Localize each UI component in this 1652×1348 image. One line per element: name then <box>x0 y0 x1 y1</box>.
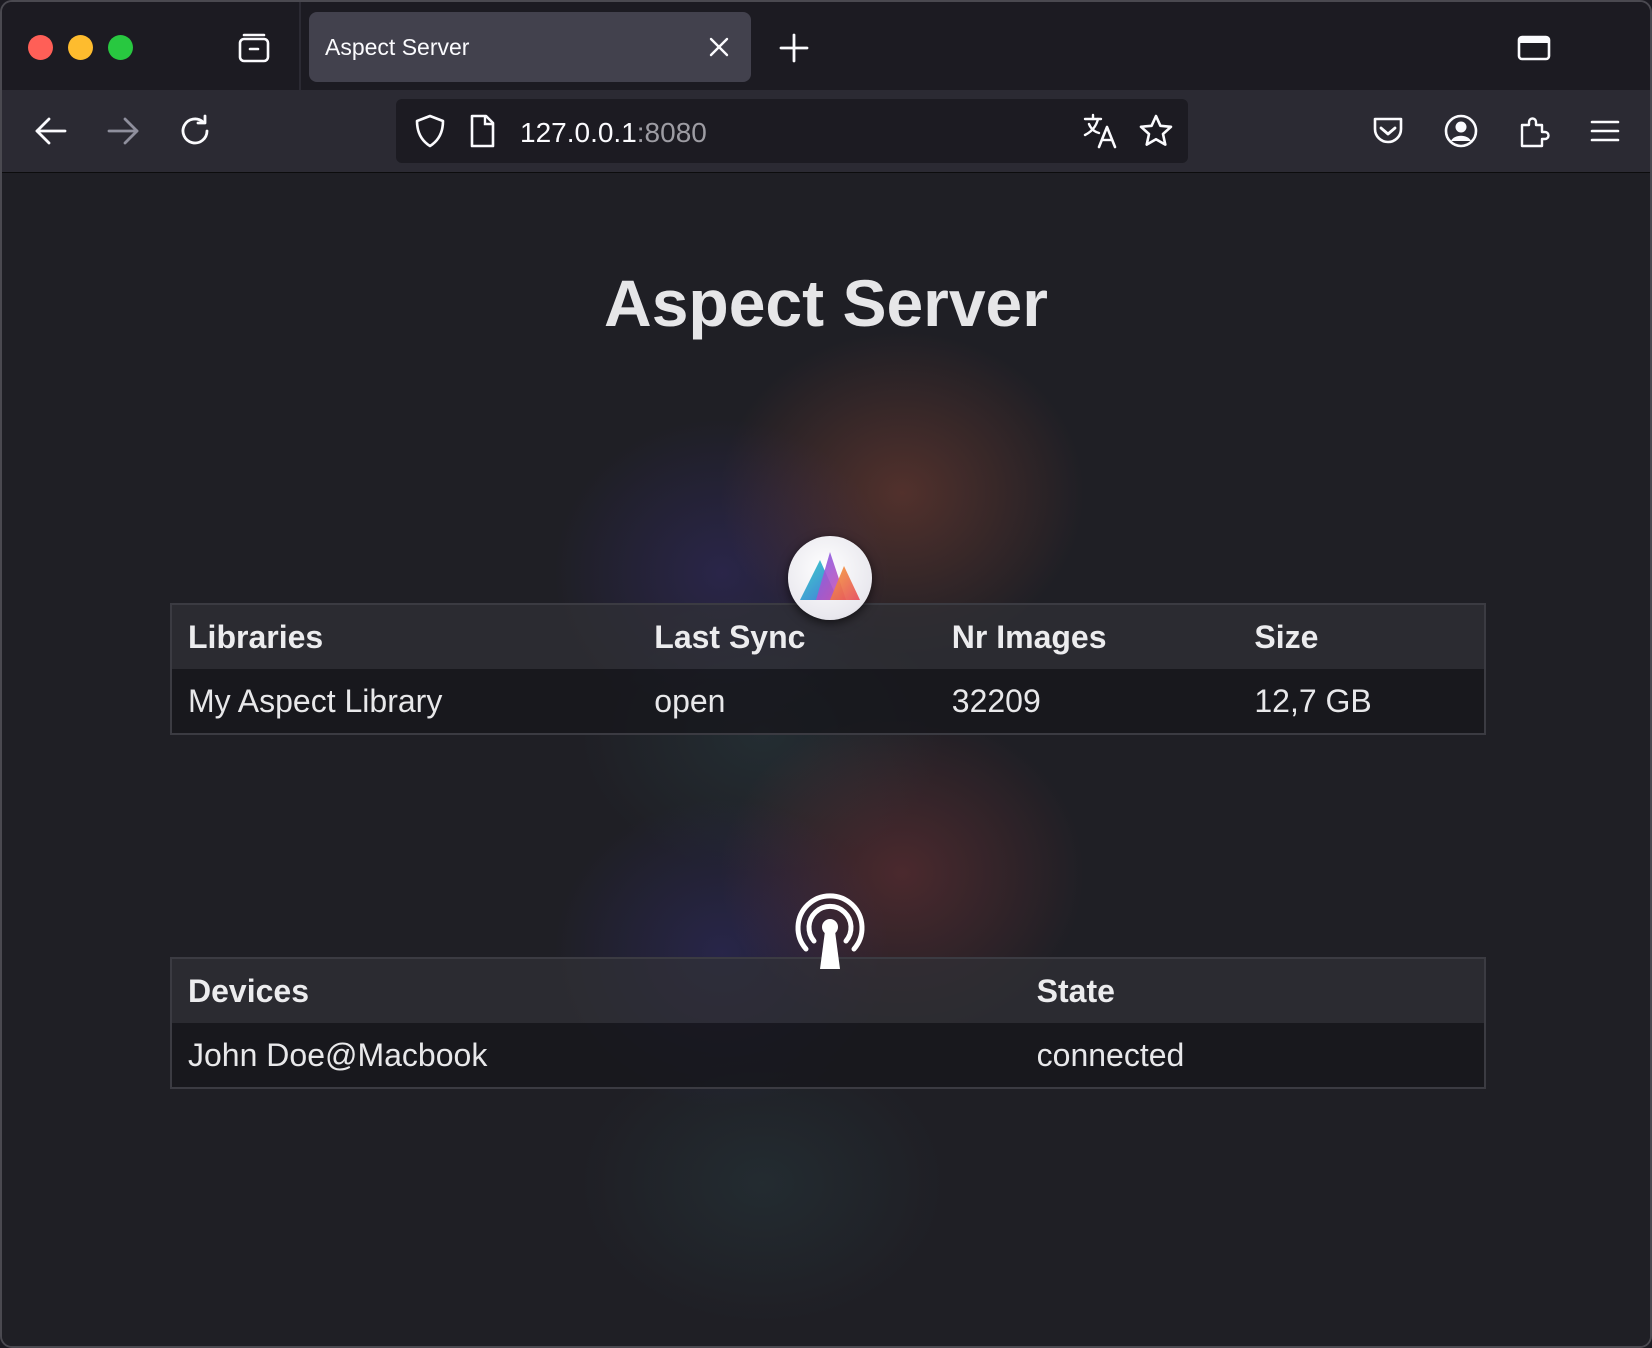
nr-images-cell: 32209 <box>935 669 1239 734</box>
size-cell: 12,7 GB <box>1238 669 1485 734</box>
back-arrow-icon[interactable] <box>33 113 69 149</box>
url-host: 127.0.0.1 <box>520 117 637 148</box>
reload-icon[interactable] <box>177 113 213 149</box>
library-name-cell: My Aspect Library <box>171 669 639 734</box>
browser-window: Aspect Server 127.0.0.1:8080 Aspect Serv… <box>0 0 1652 1348</box>
shield-icon[interactable] <box>412 113 448 149</box>
tab-overview-icon[interactable] <box>236 30 272 66</box>
close-window-button[interactable] <box>28 35 53 60</box>
translate-icon[interactable] <box>1082 113 1118 149</box>
column-header-nr-images: Nr Images <box>935 604 1239 669</box>
column-header-libraries: Libraries <box>171 604 639 669</box>
tab-aspect-server[interactable]: Aspect Server <box>309 12 751 82</box>
page-icon[interactable] <box>464 113 500 149</box>
devices-table: Devices State John Doe@Macbook connected <box>170 957 1486 1089</box>
plus-icon[interactable] <box>778 32 810 64</box>
page-title: Aspect Server <box>604 266 1048 340</box>
column-header-size: Size <box>1238 604 1485 669</box>
table-row: My Aspect Library open 32209 12,7 GB <box>171 669 1485 734</box>
broadcast-icon <box>795 893 865 969</box>
navigation-toolbar: 127.0.0.1:8080 <box>2 90 1650 173</box>
minimize-window-button[interactable] <box>68 35 93 60</box>
tab-list-icon[interactable] <box>1516 30 1552 66</box>
column-header-state: State <box>1020 958 1485 1023</box>
close-icon[interactable] <box>705 33 733 61</box>
device-name-cell: John Doe@Macbook <box>171 1023 1021 1088</box>
aspect-logo <box>788 536 872 620</box>
pocket-icon[interactable] <box>1370 113 1406 149</box>
table-row: John Doe@Macbook connected <box>171 1023 1485 1088</box>
page-content: Aspect Server Libraries Last Sync Nr Ima… <box>2 173 1650 1346</box>
libraries-table: Libraries Last Sync Nr Images Size My As… <box>170 603 1486 735</box>
hamburger-menu-icon[interactable] <box>1587 113 1623 149</box>
mountains-icon <box>800 552 860 600</box>
device-state-cell: connected <box>1020 1023 1485 1088</box>
account-icon[interactable] <box>1443 113 1479 149</box>
tab-separator <box>299 2 301 90</box>
star-icon[interactable] <box>1138 113 1174 149</box>
zoom-window-button[interactable] <box>108 35 133 60</box>
forward-arrow-icon[interactable] <box>105 113 141 149</box>
url-port: :8080 <box>636 117 707 148</box>
puzzle-icon[interactable] <box>1516 113 1552 149</box>
tab-title: Aspect Server <box>325 34 470 60</box>
column-header-devices: Devices <box>171 958 1021 1023</box>
url-bar[interactable]: 127.0.0.1:8080 <box>396 99 1188 163</box>
url-text[interactable]: 127.0.0.1:8080 <box>520 117 707 149</box>
last-sync-cell: open <box>638 669 936 734</box>
tab-strip: Aspect Server <box>2 2 1650 90</box>
